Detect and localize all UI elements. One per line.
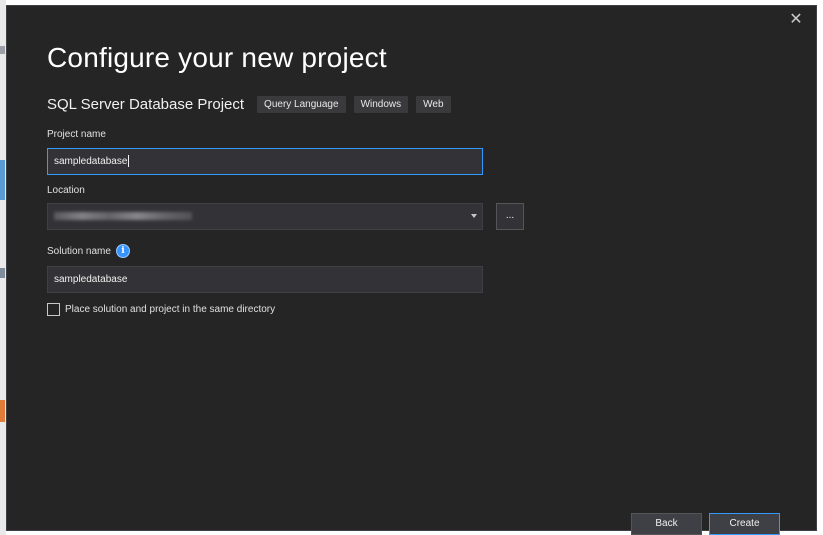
text-caret: [128, 155, 130, 168]
location-path-redacted: [54, 212, 192, 221]
back-button[interactable]: Back: [631, 513, 702, 535]
tag-windows: Windows: [353, 95, 409, 113]
info-icon[interactable]: i: [115, 244, 130, 258]
background-glyph: [0, 400, 5, 422]
solution-name-label: Solution name: [47, 245, 111, 257]
page-title: Configure your new project: [47, 42, 387, 73]
background-glyph: [0, 46, 5, 54]
tag-query-language: Query Language: [257, 95, 346, 113]
same-directory-checkbox[interactable]: [47, 303, 60, 316]
background-glyph: [0, 268, 5, 278]
tag-web: Web: [416, 95, 451, 113]
chevron-down-icon[interactable]: [471, 214, 477, 218]
template-info: SQL Server Database Project Query Langua…: [47, 94, 459, 114]
project-name-label: Project name: [47, 129, 106, 140]
project-name-value: sampledatabase: [54, 156, 128, 167]
solution-name-value: sampledatabase: [54, 274, 128, 285]
background-glyph: [0, 160, 5, 200]
screen: ✕ Configure your new project SQL Server …: [0, 0, 823, 535]
location-combobox[interactable]: [47, 203, 483, 230]
project-name-input[interactable]: sampledatabase: [47, 148, 483, 175]
same-directory-label: Place solution and project in the same d…: [65, 304, 276, 315]
template-name: SQL Server Database Project: [47, 95, 245, 113]
solution-name-label-row: Solution name i: [47, 244, 130, 258]
close-icon[interactable]: ✕: [788, 12, 804, 28]
browse-location-button[interactable]: ...: [496, 203, 524, 230]
create-button[interactable]: Create: [709, 513, 780, 535]
configure-project-dialog: ✕ Configure your new project SQL Server …: [6, 5, 817, 535]
location-label: Location: [47, 185, 85, 196]
solution-name-input[interactable]: sampledatabase: [47, 266, 483, 293]
same-directory-option: Place solution and project in the same d…: [47, 303, 275, 316]
